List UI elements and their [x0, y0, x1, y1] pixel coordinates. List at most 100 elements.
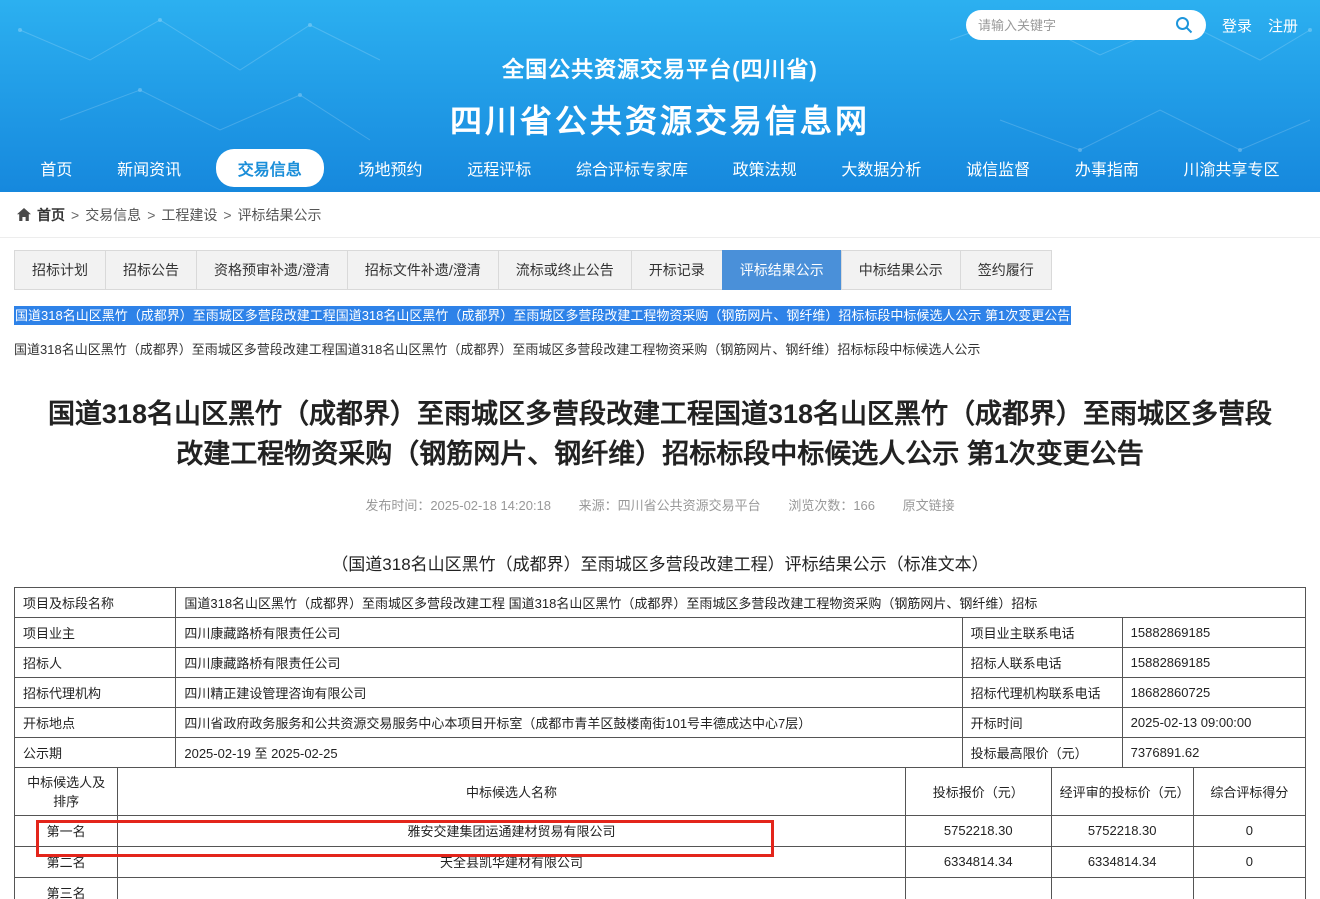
nav-item-expert-pool[interactable]: 综合评标专家库: [566, 150, 698, 186]
tab-termination-notice[interactable]: 流标或终止公告: [498, 250, 632, 290]
register-link[interactable]: 注册: [1268, 15, 1298, 36]
candidate-reviewed-bid: [1051, 877, 1193, 899]
original-link[interactable]: 原文链接: [903, 498, 955, 513]
table-row: 项目及标段名称 国道318名山区黑竹（成都界）至雨城区多营段改建工程 国道318…: [15, 587, 1306, 617]
tab-document-addendum[interactable]: 招标文件补遗/澄清: [347, 250, 499, 290]
result-table-wrap: 项目及标段名称 国道318名山区黑竹（成都界）至雨城区多营段改建工程 国道318…: [14, 587, 1306, 899]
tab-evaluation-result[interactable]: 评标结果公示: [722, 250, 842, 290]
topbar: 登录 注册: [966, 10, 1298, 40]
search-box[interactable]: [966, 10, 1206, 40]
tab-winning-result[interactable]: 中标结果公示: [841, 250, 961, 290]
nav-item-guide[interactable]: 办事指南: [1065, 150, 1149, 186]
evaluation-result-table: 项目及标段名称 国道318名山区黑竹（成都界）至雨城区多营段改建工程 国道318…: [14, 587, 1306, 899]
nav-item-news[interactable]: 新闻资讯: [107, 150, 191, 186]
page-title: 国道318名山区黑竹（成都界）至雨城区多营段改建工程国道318名山区黑竹（成都界…: [40, 394, 1280, 475]
owner-phone-label: 项目业主联系电话: [962, 617, 1122, 647]
view-count: 浏览次数：166: [788, 498, 875, 513]
tab-bidding-plan[interactable]: 招标计划: [14, 250, 106, 290]
login-link[interactable]: 登录: [1222, 15, 1252, 36]
search-input[interactable]: [978, 18, 1174, 33]
nav-item-credit[interactable]: 诚信监督: [956, 150, 1040, 186]
article-meta: 发布时间：2025-02-18 14:20:18 来源：四川省公共资源交易平台 …: [0, 495, 1320, 514]
candidate-name: 雅安交建集团运通建材贸易有限公司: [118, 815, 906, 846]
breadcrumb-evaluation-result[interactable]: 评标结果公示: [238, 205, 322, 225]
table-caption: （国道318名山区黑竹（成都界）至雨城区多营段改建工程）评标结果公示（标准文本）: [0, 550, 1320, 575]
publicity-period-value: 2025-02-19 至 2025-02-25: [176, 737, 962, 767]
breadcrumb-separator: >: [223, 207, 231, 223]
candidate-bid: 6334814.34: [905, 846, 1051, 877]
tenderer-value: 四川康藏路桥有限责任公司: [176, 647, 962, 677]
candidate-header-row: 中标候选人及排序 中标候选人名称 投标报价（元） 经评审的投标价（元） 综合评标…: [15, 767, 1306, 815]
nav-item-remote-evaluation[interactable]: 远程评标: [457, 150, 541, 186]
nav-item-big-data[interactable]: 大数据分析: [831, 150, 931, 186]
candidate-bid: [905, 877, 1051, 899]
table-row: 公示期 2025-02-19 至 2025-02-25 投标最高限价（元） 73…: [15, 737, 1306, 767]
breadcrumb-separator: >: [71, 207, 79, 223]
breadcrumb: 首页 > 交易信息 > 工程建设 > 评标结果公示: [0, 192, 1320, 238]
breadcrumb-engineering[interactable]: 工程建设: [161, 205, 217, 225]
result-list: 国道318名山区黑竹（成都界）至雨城区多营段改建工程国道318名山区黑竹（成都界…: [14, 306, 1306, 358]
owner-label: 项目业主: [15, 617, 176, 647]
opening-place-value: 四川省政府政务服务和公共资源交易服务中心本项目开标室（成都市青羊区鼓楼南街101…: [176, 707, 962, 737]
main-nav: 首页 新闻资讯 交易信息 场地预约 远程评标 综合评标专家库 政策法规 大数据分…: [0, 144, 1320, 192]
publish-time: 发布时间：2025-02-18 14:20:18: [365, 498, 551, 513]
project-label: 项目及标段名称: [15, 587, 176, 617]
candidate-reviewed-bid: 6334814.34: [1051, 846, 1193, 877]
breadcrumb-trade-info[interactable]: 交易信息: [85, 205, 141, 225]
breadcrumb-home[interactable]: 首页: [16, 205, 65, 225]
candidate-bid: 5752218.30: [905, 815, 1051, 846]
site-title: 四川省公共资源交易信息网: [0, 96, 1320, 142]
list-item[interactable]: 国道318名山区黑竹（成都界）至雨城区多营段改建工程国道318名山区黑竹（成都界…: [14, 339, 1306, 358]
rank-header: 中标候选人及排序: [15, 767, 118, 815]
candidate-row-first: 第一名 雅安交建集团运通建材贸易有限公司 5752218.30 5752218.…: [15, 815, 1306, 846]
nav-item-home[interactable]: 首页: [30, 150, 82, 186]
search-icon[interactable]: [1174, 15, 1194, 35]
page: 登录 注册 全国公共资源交易平台(四川省) 四川省公共资源交易信息网 首页 新闻…: [0, 0, 1320, 899]
nav-item-chuanyu[interactable]: 川渝共享专区: [1174, 150, 1290, 186]
score-header: 综合评标得分: [1193, 767, 1305, 815]
source: 来源：四川省公共资源交易平台: [579, 498, 761, 513]
agency-value: 四川精正建设管理咨询有限公司: [176, 677, 962, 707]
tab-bidding-announcement[interactable]: 招标公告: [105, 250, 197, 290]
nav-item-venue-booking[interactable]: 场地预约: [349, 150, 433, 186]
tab-bid-opening-record[interactable]: 开标记录: [631, 250, 723, 290]
opening-place-label: 开标地点: [15, 707, 176, 737]
candidate-row-second: 第二名 天全县凯华建材有限公司 6334814.34 6334814.34 0: [15, 846, 1306, 877]
candidate-name: [118, 877, 906, 899]
candidate-name-header: 中标候选人名称: [118, 767, 906, 815]
candidate-reviewed-bid: 5752218.30: [1051, 815, 1193, 846]
table-row: 开标地点 四川省政府政务服务和公共资源交易服务中心本项目开标室（成都市青羊区鼓楼…: [15, 707, 1306, 737]
list-item-selected[interactable]: 国道318名山区黑竹（成都界）至雨城区多营段改建工程国道318名山区黑竹（成都界…: [14, 306, 1071, 325]
home-icon: [16, 207, 32, 223]
publicity-period-label: 公示期: [15, 737, 176, 767]
tab-prequalification-addendum[interactable]: 资格预审补遗/澄清: [196, 250, 348, 290]
candidate-rank: 第三名: [15, 877, 118, 899]
platform-title: 全国公共资源交易平台(四川省): [0, 52, 1320, 84]
nav-item-policy[interactable]: 政策法规: [723, 150, 807, 186]
site-header: 登录 注册 全国公共资源交易平台(四川省) 四川省公共资源交易信息网 首页 新闻…: [0, 0, 1320, 192]
candidate-score: 0: [1193, 815, 1305, 846]
candidate-rank: 第一名: [15, 815, 118, 846]
tab-contract-performance[interactable]: 签约履行: [960, 250, 1052, 290]
max-price-label: 投标最高限价（元）: [962, 737, 1122, 767]
table-row: 招标人 四川康藏路桥有限责任公司 招标人联系电话 15882869185: [15, 647, 1306, 677]
owner-phone-value: 15882869185: [1122, 617, 1305, 647]
bid-price-header: 投标报价（元）: [905, 767, 1051, 815]
table-row: 项目业主 四川康藏路桥有限责任公司 项目业主联系电话 15882869185: [15, 617, 1306, 647]
reviewed-price-header: 经评审的投标价（元）: [1051, 767, 1193, 815]
candidate-rank: 第二名: [15, 846, 118, 877]
opening-time-label: 开标时间: [962, 707, 1122, 737]
candidate-score: [1193, 877, 1305, 899]
candidate-score: 0: [1193, 846, 1305, 877]
candidate-name: 天全县凯华建材有限公司: [118, 846, 906, 877]
breadcrumb-home-label: 首页: [37, 205, 65, 225]
agency-label: 招标代理机构: [15, 677, 176, 707]
opening-time-value: 2025-02-13 09:00:00: [1122, 707, 1305, 737]
table-row: 招标代理机构 四川精正建设管理咨询有限公司 招标代理机构联系电话 1868286…: [15, 677, 1306, 707]
tenderer-label: 招标人: [15, 647, 176, 677]
nav-item-trade-info[interactable]: 交易信息: [216, 149, 324, 187]
agency-phone-value: 18682860725: [1122, 677, 1305, 707]
category-tabs: 招标计划 招标公告 资格预审补遗/澄清 招标文件补遗/澄清 流标或终止公告 开标…: [14, 250, 1306, 290]
max-price-value: 7376891.62: [1122, 737, 1305, 767]
project-value: 国道318名山区黑竹（成都界）至雨城区多营段改建工程 国道318名山区黑竹（成都…: [176, 587, 1306, 617]
